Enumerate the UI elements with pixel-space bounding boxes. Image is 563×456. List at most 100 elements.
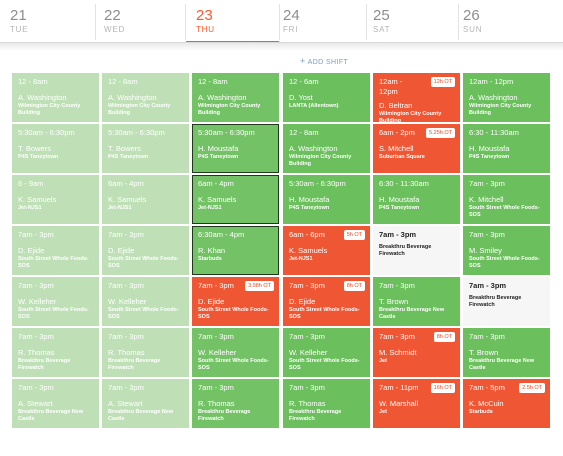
overtime-badge: 5.25h OT — [426, 128, 455, 138]
day-of-week: SAT — [373, 25, 391, 34]
shift-employee: K. Samuels — [198, 195, 237, 204]
day-header-22[interactable]: 22 WED — [94, 0, 186, 43]
shift-employee: A. Washington — [108, 93, 157, 102]
shift-card[interactable]: 7am - 3pm D. Ejide South Street Whole Food… — [12, 226, 99, 275]
shift-card-overtime[interactable]: 6am - 2pm 5.25h OT S. Mitchell Suburban Squ… — [373, 124, 460, 173]
shift-location: Breakthru Beverage Firewatch — [108, 358, 161, 371]
add-shift-button[interactable]: + ADD SHIFT — [300, 56, 348, 66]
shift-employee: K. Mitchell — [469, 195, 504, 204]
shift-location: Breakthru Beverage Firewatch — [198, 409, 251, 422]
shift-card[interactable]: 7am - 3pm W. Kelleher South Street Whole F… — [192, 328, 279, 377]
day-column-26: 12am - 12pm A. Washington Wilmington City … — [463, 73, 550, 430]
shift-time: 7am - 3pm — [18, 332, 54, 341]
shift-employee: H. Moustafa — [469, 144, 510, 153]
shift-employee: K. Samuels — [108, 195, 147, 204]
shift-card[interactable]: 7am - 3pm W. Kelleher South Street Whole F… — [102, 277, 189, 326]
shift-card[interactable]: 5:30am - 6:30pm T. Bowers P4S Taneytown — [102, 124, 189, 173]
shift-card[interactable]: 7am - 3pm R. Thomas Breakthru Beverage Fir… — [12, 328, 99, 377]
shift-card[interactable]: 7am - 3pm M. Smiley South Street Whole Foo… — [463, 226, 550, 275]
shift-employee: K. Samuels — [289, 246, 328, 255]
header-shadow — [0, 43, 563, 51]
shift-employee: A. Washington — [198, 93, 247, 102]
shift-card-open[interactable]: 7am - 3pm Breakthru Beverage Firewatch — [463, 277, 550, 326]
shift-employee: W. Marshall — [379, 399, 419, 408]
shift-employee: D. Ejide — [18, 246, 45, 255]
shift-card[interactable]: 12 - 8am A. Washington Wilmington City Cou… — [192, 73, 279, 122]
shift-employee: M. Schmidt — [379, 348, 417, 357]
shift-card[interactable]: 7am - 3pm T. Brown Breakthru Beverage New … — [373, 277, 460, 326]
shift-card-overtime[interactable]: 6am - 6pm 5h OT K. Samuels Jet-NJS1 — [283, 226, 370, 275]
shift-card[interactable]: 7am - 3pm R. Thomas Breakthru Beverage Fir… — [192, 379, 279, 428]
shift-time: 7am - 3pm — [18, 230, 54, 239]
shift-location: Breakthru Beverage Firewatch — [469, 295, 522, 308]
shift-location: South Street Whole Foods-SOS — [18, 256, 89, 269]
shift-card-selected[interactable]: 5:30am - 6:30pm H. Moustafa P4S Taneytown — [192, 124, 279, 173]
shift-card[interactable]: 7am - 3pm A. Stewart Breakthru Beverage Ne… — [102, 379, 189, 428]
shift-card[interactable]: 6:30 - 11:30am H. Moustafa P4S Taneytown — [373, 175, 460, 224]
day-header-24[interactable]: 24 FRI — [273, 0, 365, 43]
shift-card[interactable]: 7am - 3pm K. Mitchell South Street Whole F… — [463, 175, 550, 224]
shift-location: South Street Whole Foods-SOS — [469, 256, 540, 269]
day-column-25: 12am - 12pm 12h OT D. Beltran Wilmington Ci… — [373, 73, 460, 430]
day-header-26[interactable]: 26 SUN — [453, 0, 563, 43]
shift-employee: H. Moustafa — [289, 195, 330, 204]
shift-location: Starbuds — [469, 409, 493, 415]
shift-employee: W. Kelleher — [18, 297, 57, 306]
add-shift-label: ADD SHIFT — [307, 59, 349, 66]
shift-card[interactable]: 6:30 - 11:30am H. Moustafa P4S Taneytown — [463, 124, 550, 173]
day-header-25[interactable]: 25 SAT — [363, 0, 455, 43]
shift-card[interactable]: 6 - 9am K. Samuels Jet-NJS1 — [12, 175, 99, 224]
shift-location: Jet-NJS1 — [108, 205, 132, 211]
shift-card[interactable]: 7am - 3pm R. Thomas Breakthru Beverage Fir… — [283, 379, 370, 428]
shift-card-selected[interactable]: 6:30am - 4pm R. Khan Starbuds — [192, 226, 279, 275]
shift-location: Breakthru Beverage New Castle — [379, 307, 445, 320]
shift-time: 7am - 3pm — [289, 332, 325, 341]
shift-card[interactable]: 6am - 4pm K. Samuels Jet-NJS1 — [102, 175, 189, 224]
day-number: 23 — [196, 7, 213, 24]
day-number: 26 — [463, 7, 480, 24]
shift-time: 6am - 4pm — [108, 179, 144, 188]
shift-card[interactable]: 12 - 6am D. Yost LANTA (Allentown) — [283, 73, 370, 122]
shift-card[interactable]: 7am - 3pm W. Kelleher South Street Whole F… — [12, 277, 99, 326]
shift-card-overtime[interactable]: 7am - 3pm 3.98h OT D. Ejide South Street Wh… — [192, 277, 279, 326]
shift-time: 5:30am - 6:30pm — [198, 128, 255, 137]
shift-time: 7am - 3pm — [18, 281, 54, 290]
shift-card[interactable]: 5:30am - 6:30pm T. Bowers P4S Taneytown — [12, 124, 99, 173]
shift-card[interactable]: 7am - 3pm W. Kelleher South Street Whole F… — [283, 328, 370, 377]
overtime-badge: 16h OT — [430, 383, 455, 393]
shift-card[interactable]: 7am - 3pm T. Brown Breakthru Beverage New … — [463, 328, 550, 377]
shift-card[interactable]: 7am - 3pm D. Ejide South Street Whole Food… — [102, 226, 189, 275]
shift-card[interactable]: 12 - 8am A. Washington Wilmington City Cou… — [283, 124, 370, 173]
shift-card[interactable]: 12am - 12pm A. Washington Wilmington City … — [463, 73, 550, 122]
shift-employee: M. Smiley — [469, 246, 502, 255]
shift-card-overtime[interactable]: 12am - 12pm 12h OT D. Beltran Wilmington Ci… — [373, 73, 460, 122]
shift-card[interactable]: 5:30am - 6:30pm H. Moustafa P4S Taneytown — [283, 175, 370, 224]
shift-location: South Street Whole Foods-SOS — [289, 358, 360, 371]
shift-location: Jet-NJS1 — [289, 256, 313, 262]
day-number: 22 — [104, 7, 121, 24]
shift-card-selected[interactable]: 6am - 4pm K. Samuels Jet-NJS1 — [192, 175, 279, 224]
shift-card[interactable]: 12 - 8am A. Washington Wilmington City Cou… — [12, 73, 99, 122]
day-header-23-today[interactable]: 23 THU — [186, 0, 279, 43]
shift-time: 5:30am - 6:30pm — [18, 128, 75, 137]
shift-card-open[interactable]: 7am - 3pm Breakthru Beverage Firewatch — [373, 226, 460, 275]
shift-card-overtime[interactable]: 7am - 5pm 2.5h OT K. McCuin Starbuds — [463, 379, 550, 428]
shift-card[interactable]: 7am - 3pm A. Stewart Breakthru Beverage Ne… — [12, 379, 99, 428]
overtime-badge: 3.98h OT — [245, 281, 274, 291]
shift-card[interactable]: 12 - 8am A. Washington Wilmington City Cou… — [102, 73, 189, 122]
shift-card[interactable]: 7am - 3pm R. Thomas Breakthru Beverage Fir… — [102, 328, 189, 377]
shift-employee: A. Washington — [289, 144, 338, 153]
day-header-21[interactable]: 21 TUE — [0, 0, 94, 43]
shift-employee: R. Thomas — [198, 399, 235, 408]
day-number: 24 — [283, 7, 300, 24]
day-number: 25 — [373, 7, 390, 24]
shift-time: 7am - 3pm — [379, 230, 417, 239]
shift-time: 12am - 12pm — [379, 77, 403, 96]
shift-employee: D. Yost — [289, 93, 313, 102]
shift-location: Breakthru Beverage Firewatch — [379, 244, 432, 257]
shift-card-overtime[interactable]: 7am - 11pm 16h OT W. Marshall Jet — [373, 379, 460, 428]
shift-location: P4S Taneytown — [379, 205, 420, 211]
shift-card-overtime[interactable]: 7am - 3pm 8h OT D. Ejide South Street Whole… — [283, 277, 370, 326]
shift-card-overtime[interactable]: 7am - 3pm 8h OT M. Schmidt Jet — [373, 328, 460, 377]
shift-employee: D. Ejide — [289, 297, 316, 306]
